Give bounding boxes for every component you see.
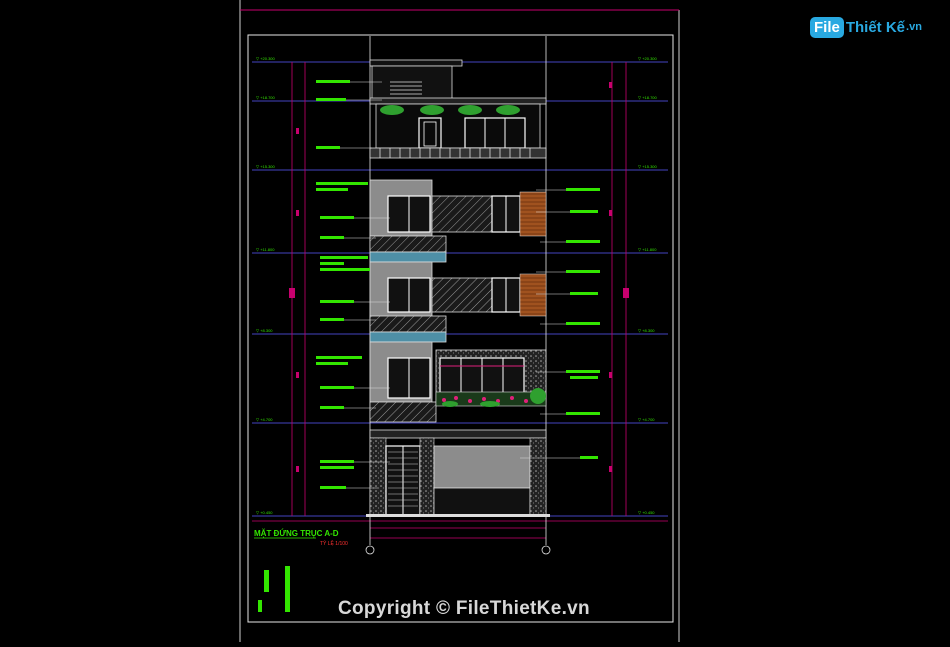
drawing-scale: TỶ LỆ 1/100 [320,541,348,547]
cad-viewport[interactable]: ▽ +20.300 ▽ +18.700 ▽ +15.300 ▽ +11.800 … [0,0,950,642]
svg-text:▽ +15.300: ▽ +15.300 [638,164,658,169]
svg-text:▽ +4.700: ▽ +4.700 [638,417,655,422]
svg-text:▽ +11.800: ▽ +11.800 [638,247,657,252]
roof-structure [369,59,547,159]
axis-bubbles [365,545,551,555]
svg-text:▽ +4.700: ▽ +4.700 [256,417,273,422]
logo-box: File [810,16,844,38]
svg-text:▽ +18.700: ▽ +18.700 [256,95,276,100]
logo-suffix: .vn [906,21,922,33]
svg-text:▽ +20.300: ▽ +20.300 [638,56,658,61]
drawing-title: MẶT ĐỨNG TRỤC A-D [254,529,339,538]
svg-text:▽ +20.300: ▽ +20.300 [256,56,276,61]
copyright-watermark: Copyright © FileThietKe.vn [338,598,590,619]
svg-text:▽ +8.300: ▽ +8.300 [638,328,655,333]
svg-text:▽ +15.300: ▽ +15.300 [256,164,276,169]
svg-text:▽ +8.300: ▽ +8.300 [256,328,273,333]
floor-2 [369,341,547,423]
north-marks [258,566,290,612]
floor-3 [369,261,547,343]
logo-name: Thiết Kế [845,18,906,36]
ground-floor [366,429,550,517]
level-tags-right: ▽ +20.300 ▽ +18.700 ▽ +15.300 ▽ +11.800 … [638,56,658,515]
svg-text:▽ +11.800: ▽ +11.800 [256,247,275,252]
svg-text:▽ +0.450: ▽ +0.450 [638,510,655,515]
svg-text:▽ +18.700: ▽ +18.700 [638,95,658,100]
level-tags-left: ▽ +20.300 ▽ +18.700 ▽ +15.300 ▽ +11.800 … [256,56,276,515]
site-logo: File Thiết Kế .vn [810,14,922,40]
floor-4 [369,179,547,263]
elevation-drawing: ▽ +20.300 ▽ +18.700 ▽ +15.300 ▽ +11.800 … [239,0,680,642]
svg-text:▽ +0.450: ▽ +0.450 [256,510,273,515]
